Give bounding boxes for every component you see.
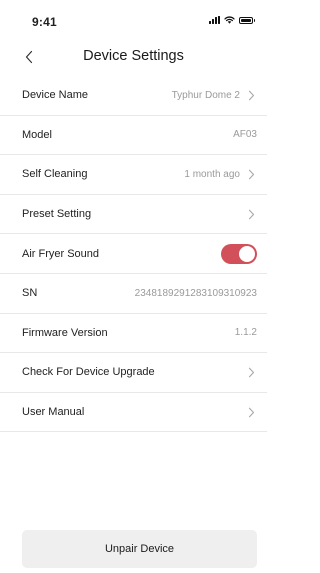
- chevron-right-icon: [244, 167, 258, 181]
- model-value: AF03: [233, 129, 257, 141]
- preset-setting-label: Preset Setting: [22, 208, 92, 221]
- self-cleaning-row[interactable]: Self Cleaning 1 month ago: [0, 155, 267, 195]
- self-cleaning-value: 1 month ago: [184, 168, 240, 180]
- wifi-icon: [224, 16, 235, 24]
- device-name-label: Device Name: [22, 89, 89, 102]
- user-manual-row[interactable]: User Manual: [0, 393, 267, 433]
- chevron-right-icon: [244, 365, 258, 379]
- status-bar: 9:41: [0, 0, 267, 34]
- model-row: Model AF03: [0, 116, 267, 156]
- check-upgrade-row[interactable]: Check For Device Upgrade: [0, 353, 267, 393]
- chevron-right-icon: [244, 88, 258, 102]
- check-upgrade-label: Check For Device Upgrade: [22, 366, 155, 379]
- status-time: 9:41: [32, 15, 57, 29]
- device-name-value: Typhur Dome 2: [171, 89, 240, 101]
- firmware-version-row: Firmware Version 1.1.2: [0, 314, 267, 354]
- sn-row: SN 2348189291283109310923: [0, 274, 267, 314]
- preset-setting-row[interactable]: Preset Setting: [0, 195, 267, 235]
- sn-value: 2348189291283109310923: [134, 287, 257, 299]
- sn-label: SN: [22, 287, 38, 300]
- battery-icon: [239, 16, 255, 24]
- air-fryer-sound-row: Air Fryer Sound: [0, 234, 267, 274]
- header: Device Settings: [0, 40, 267, 72]
- firmware-version-label: Firmware Version: [22, 326, 108, 339]
- cellular-signal-icon: [209, 16, 220, 24]
- toggle-knob: [239, 245, 255, 262]
- firmware-version-value: 1.1.2: [234, 327, 257, 339]
- device-name-row[interactable]: Device Name Typhur Dome 2: [0, 76, 267, 116]
- unpair-device-button[interactable]: Unpair Device: [22, 530, 257, 568]
- status-icons: [209, 16, 255, 24]
- chevron-right-icon: [244, 405, 258, 419]
- air-fryer-sound-label: Air Fryer Sound: [22, 247, 100, 260]
- chevron-right-icon: [244, 207, 258, 221]
- self-cleaning-label: Self Cleaning: [22, 168, 88, 181]
- settings-list: Device Name Typhur Dome 2 Model AF03 Sel…: [0, 76, 267, 433]
- model-label: Model: [22, 128, 52, 141]
- air-fryer-sound-toggle[interactable]: [221, 243, 257, 264]
- user-manual-label: User Manual: [22, 406, 85, 419]
- page-title: Device Settings: [83, 48, 184, 64]
